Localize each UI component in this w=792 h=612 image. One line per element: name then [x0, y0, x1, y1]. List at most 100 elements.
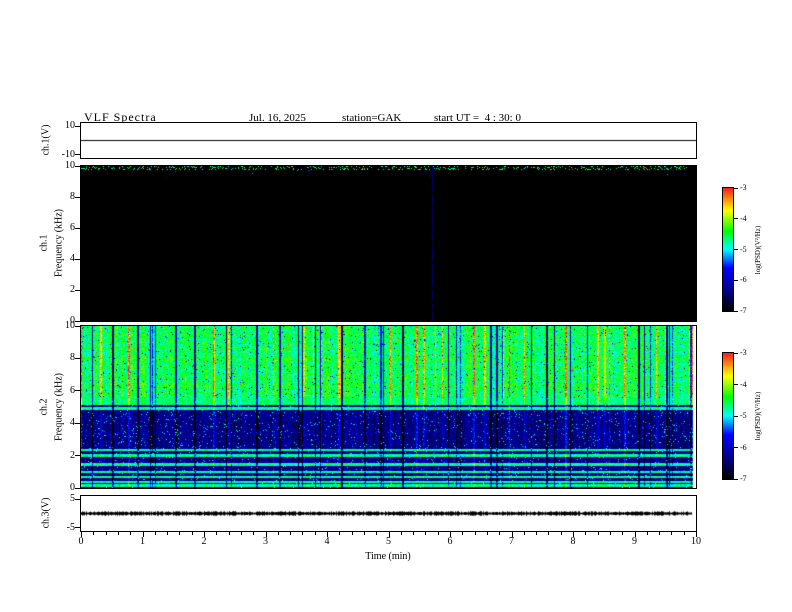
colorbar-tick-mark [734, 279, 738, 281]
ch1-spectrogram-channel-label: ch.1 [38, 234, 50, 252]
y-tick-label: 6 [70, 222, 75, 233]
x-minor-tick-mark [425, 532, 427, 535]
x-tick-mark [204, 532, 205, 537]
x-tick-mark [327, 532, 328, 537]
y-tick-label: 4 [70, 417, 75, 429]
y-tick-mark [75, 527, 80, 529]
x-tick-label: 5 [386, 536, 391, 547]
x-tick-label: 2 [201, 536, 207, 547]
y-tick-mark [75, 422, 80, 424]
y-tick-label: 10 [65, 120, 75, 132]
colorbar-tick-label: -6 [740, 275, 747, 285]
ch3-voltage-trace [81, 496, 696, 531]
x-minor-tick-mark [536, 532, 538, 535]
colorbar-tick-mark [734, 478, 738, 480]
y-tick-mark [75, 320, 80, 322]
x-minor-tick-mark [585, 532, 587, 535]
y-tick-label: 8 [70, 191, 75, 202]
x-minor-tick-mark [560, 532, 562, 535]
ch2-spectrogram [81, 326, 696, 488]
y-tick-label: 10 [65, 160, 75, 171]
colorbar-tick-label: -5 [740, 244, 747, 254]
x-minor-tick-mark [548, 532, 550, 535]
colorbar-tick-mark [734, 310, 738, 312]
y-tick-label: 2 [70, 449, 75, 461]
time-axis-label: Time (min) [365, 551, 411, 562]
colorbar-tick-label: -4 [740, 213, 747, 223]
x-minor-tick-mark [191, 532, 193, 535]
colorbar-tick-label: -6 [740, 442, 747, 452]
x-minor-tick-mark [597, 532, 599, 535]
x-tick-label: 7 [509, 536, 514, 547]
x-minor-tick-mark [376, 532, 378, 535]
x-minor-tick-mark [216, 532, 218, 535]
vlf-spectra-figure: VLF Spectra Jul. 16, 2025 station=GAK st… [0, 0, 792, 612]
colorbar-ch2-label: log(PSD)(V²/Hz) [754, 391, 762, 441]
x-tick-mark [450, 532, 451, 537]
y-tick-mark [75, 390, 80, 392]
y-tick-mark [75, 487, 80, 489]
x-minor-tick-mark [277, 532, 279, 535]
x-minor-tick-mark [363, 532, 365, 535]
x-minor-tick-mark [486, 532, 488, 535]
colorbar-tick-label: -4 [740, 379, 747, 389]
colorbar-tick-mark [734, 415, 738, 417]
ch1-voltage-trace [81, 123, 696, 158]
y-tick-label: 0 [70, 482, 75, 493]
y-tick-label: 2 [70, 284, 75, 295]
y-tick-label: 5 [70, 493, 75, 505]
x-tick-label: 3 [263, 536, 268, 547]
x-minor-tick-mark [659, 532, 661, 535]
x-minor-tick-mark [683, 532, 685, 535]
ch1-spectrogram [81, 166, 696, 321]
colorbar-ch2 [722, 352, 734, 480]
y-tick-label: -5 [66, 521, 75, 533]
y-tick-label: 8 [70, 352, 75, 364]
x-tick-mark [81, 532, 82, 537]
x-minor-tick-mark [253, 532, 255, 535]
y-tick-mark [75, 125, 80, 127]
x-tick-mark [265, 532, 267, 537]
y-tick-mark [75, 165, 80, 167]
colorbar-ch1-gradient [723, 188, 733, 311]
ch1-spectrogram-ylabel: Frequency (kHz) [53, 208, 65, 278]
x-minor-tick-mark [351, 532, 353, 535]
x-minor-tick-mark [671, 532, 673, 535]
y-tick-mark [75, 258, 80, 260]
y-tick-mark [75, 289, 80, 291]
x-minor-tick-mark [646, 532, 648, 535]
x-minor-tick-mark [130, 532, 132, 535]
x-tick-mark [388, 532, 390, 537]
y-tick-label: 4 [70, 253, 75, 264]
x-minor-tick-mark [167, 532, 169, 535]
x-minor-tick-mark [228, 532, 230, 535]
colorbar-tick-mark [734, 384, 738, 385]
x-minor-tick-mark [474, 532, 476, 535]
colorbar-tick-label: -3 [740, 183, 747, 192]
x-minor-tick-mark [290, 532, 292, 535]
x-minor-tick-mark [117, 532, 119, 535]
x-minor-tick-mark [302, 532, 304, 535]
y-tick-label: 10 [65, 320, 75, 331]
y-tick-mark [75, 498, 80, 500]
x-tick-label: 8 [570, 536, 576, 547]
y-tick-mark [75, 154, 80, 156]
x-tick-label: 6 [447, 536, 453, 547]
x-minor-tick-mark [154, 532, 156, 535]
colorbar-ch1-label: log(PSD)(V²/Hz) [754, 225, 762, 275]
x-minor-tick-mark [437, 532, 439, 535]
x-minor-tick-mark [523, 532, 525, 535]
x-minor-tick-mark [240, 532, 242, 535]
x-tick-mark [696, 532, 697, 537]
x-tick-mark [511, 532, 513, 537]
x-tick-label: 10 [691, 536, 701, 547]
colorbar-tick-label: -3 [740, 348, 747, 357]
ch1-spectrogram-panel [80, 165, 697, 322]
x-tick-mark [634, 532, 636, 537]
x-minor-tick-mark [179, 532, 181, 535]
x-minor-tick-mark [93, 532, 95, 535]
x-tick-mark [142, 532, 144, 537]
y-tick-mark [75, 196, 80, 198]
y-tick-label: -10 [61, 148, 75, 160]
x-minor-tick-mark [609, 532, 611, 535]
